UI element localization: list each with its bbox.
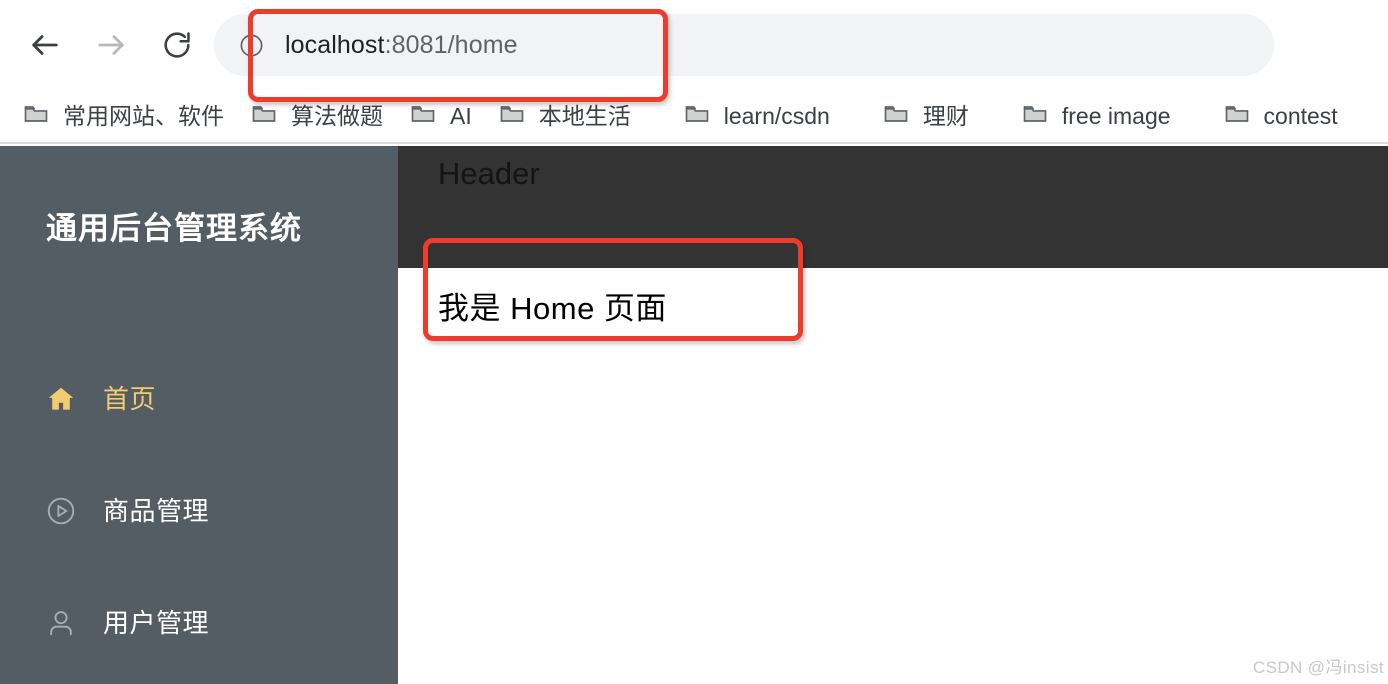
folder-icon — [409, 100, 437, 133]
app-header: Header — [398, 146, 1388, 268]
bookmark-label: free image — [1061, 102, 1171, 129]
bookmark-item[interactable]: learn/csdn — [675, 94, 838, 138]
bookmark-label: learn/csdn — [723, 102, 830, 129]
back-button[interactable] — [22, 22, 68, 68]
home-icon — [44, 382, 78, 416]
home-page-text: 我是 Home 页面 — [438, 291, 667, 326]
sidebar-menu: 首页 商品管理 用户管理 — [0, 343, 398, 679]
folder-icon — [250, 100, 278, 133]
app-header-title: Header — [438, 156, 540, 191]
sidebar-item-label: 用户管理 — [103, 608, 210, 638]
bookmark-item[interactable]: contest — [1215, 94, 1346, 138]
browser-toolbar: localhost:8081/home — [0, 0, 1388, 90]
sidebar-item-label: 首页 — [103, 384, 157, 414]
user-icon — [44, 606, 78, 640]
bookmark-item[interactable]: 常用网站、软件 — [14, 94, 232, 138]
page-viewport: 通用后台管理系统 首页 商品管理 用户管理 Header 我是 Home 页面 — [0, 146, 1388, 684]
url-host: localhost — [285, 30, 385, 59]
address-bar[interactable]: localhost:8081/home — [214, 14, 1274, 76]
url-text: localhost:8081/home — [285, 31, 518, 60]
play-circle-icon — [44, 494, 78, 528]
bookmark-label: 理财 — [922, 102, 969, 129]
screenshot-root: localhost:8081/home 常用网站、软件 算法做题 AI 本地生活… — [0, 0, 1388, 684]
sidebar-item-label: 商品管理 — [103, 496, 210, 526]
url-path: :8081/home — [384, 30, 518, 59]
chrome-separator — [0, 142, 1388, 144]
bookmark-label: AI — [450, 102, 472, 129]
sidebar: 通用后台管理系统 首页 商品管理 用户管理 — [0, 146, 398, 684]
bookmark-label: 常用网站、软件 — [63, 102, 224, 129]
folder-icon — [1223, 100, 1251, 133]
sidebar-title: 通用后台管理系统 — [46, 211, 302, 246]
main-column: Header 我是 Home 页面 — [398, 146, 1388, 684]
bookmark-item[interactable]: 本地生活 — [490, 94, 639, 138]
sidebar-item-home[interactable]: 首页 — [0, 343, 398, 455]
bookmark-item[interactable]: AI — [401, 94, 480, 138]
browser-chrome: localhost:8081/home 常用网站、软件 算法做题 AI 本地生活… — [0, 0, 1388, 144]
bookmark-item[interactable]: 算法做题 — [242, 94, 391, 138]
sidebar-item-product-management[interactable]: 商品管理 — [0, 455, 398, 567]
bookmark-item[interactable]: 理财 — [874, 94, 977, 138]
sidebar-item-user-management[interactable]: 用户管理 — [0, 567, 398, 679]
app-content: 我是 Home 页面 — [398, 268, 1388, 684]
folder-icon — [1021, 100, 1049, 133]
bookmark-label: contest — [1263, 102, 1338, 129]
bookmark-label: 本地生活 — [538, 102, 631, 129]
info-circle-icon[interactable] — [236, 30, 266, 60]
folder-icon — [22, 100, 50, 133]
watermark: CSDN @冯insist — [1252, 658, 1384, 677]
forward-button[interactable] — [88, 22, 134, 68]
bookmark-label: 算法做题 — [291, 102, 383, 129]
folder-icon — [882, 100, 910, 133]
folder-icon — [498, 100, 526, 133]
bookmarks-bar: 常用网站、软件 算法做题 AI 本地生活 learn/csdn 理财 free … — [0, 88, 1388, 144]
bookmark-item[interactable]: free image — [1013, 94, 1179, 138]
reload-button[interactable] — [154, 22, 200, 68]
folder-icon — [683, 100, 711, 133]
